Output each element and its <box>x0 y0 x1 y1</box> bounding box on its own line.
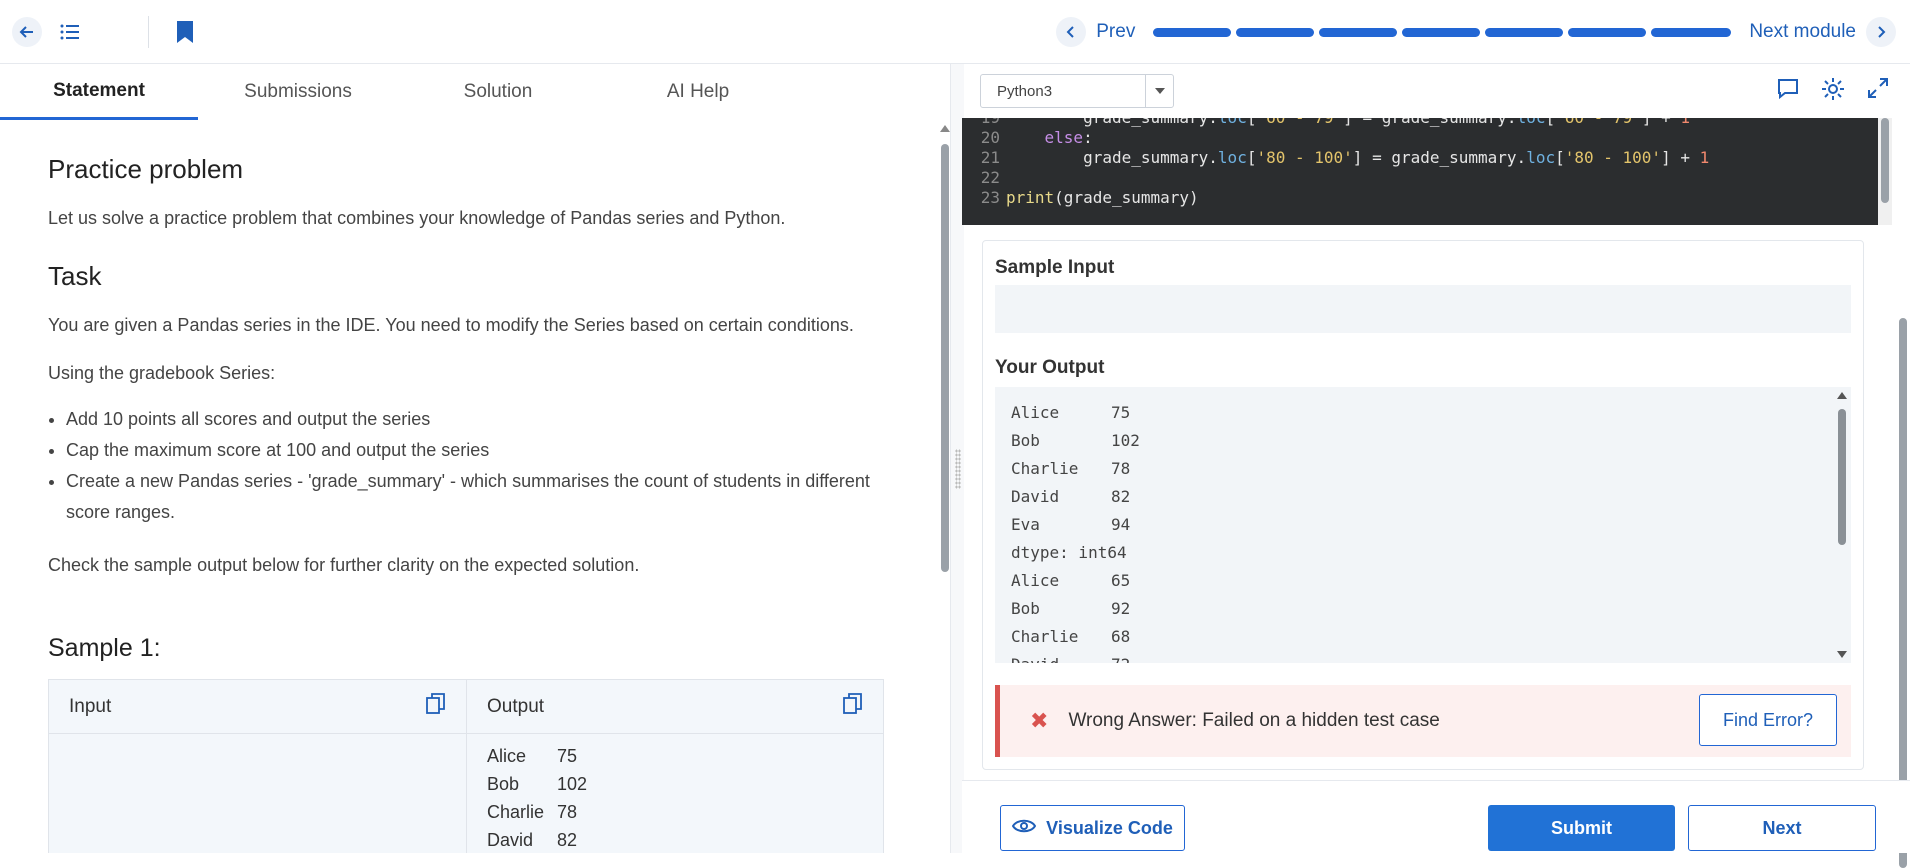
output-body: Alice 75 Bob 102 Charlie 78 David 82 <box>467 734 883 853</box>
list-item: Charlie 68 <box>1011 627 1131 646</box>
progress-segment[interactable] <box>1485 27 1564 37</box>
list-item: Bob 102 <box>487 774 588 794</box>
submit-button[interactable]: Submit <box>1488 805 1675 851</box>
progress-segment[interactable] <box>1236 27 1315 37</box>
list-item: David 82 <box>487 830 578 850</box>
problem-tabs: Statement Submissions Solution AI Help <box>0 64 940 120</box>
intro-text: Let us solve a practice problem that com… <box>48 208 786 228</box>
code-line: 19 grade_summary.loc['60 - 79'] = grade_… <box>962 118 1878 128</box>
code-line: 23 print(grade_summary) <box>980 188 1199 207</box>
list-item: Add 10 points all scores and output the … <box>66 404 882 435</box>
output-scrollbar[interactable] <box>1835 387 1849 663</box>
task-text: You are given a Pandas series in the IDE… <box>48 315 854 335</box>
list-item: Bob 102 <box>1011 431 1140 450</box>
statement-panel: Practice problem Let us solve a practice… <box>0 120 930 853</box>
copy-icon[interactable] <box>426 692 446 721</box>
language-select[interactable]: Python3 <box>980 74 1174 108</box>
output-label: Output <box>487 695 545 717</box>
prev-chevron-icon[interactable] <box>1056 17 1087 47</box>
progress-segment[interactable] <box>1568 27 1647 37</box>
back-arrow-icon[interactable] <box>12 16 42 47</box>
list-icon[interactable] <box>56 18 84 46</box>
editor-scrollbar[interactable] <box>1878 118 1892 225</box>
module-progress <box>1153 27 1732 37</box>
divider <box>148 15 149 48</box>
input-label: Input <box>69 695 112 717</box>
sample-input-label: Sample Input <box>995 257 1115 278</box>
gear-icon[interactable] <box>1820 76 1846 107</box>
tab-ai-help[interactable]: AI Help <box>598 64 798 120</box>
check-text: Check the sample output below for furthe… <box>48 555 640 575</box>
next-chevron-icon[interactable] <box>1866 17 1896 47</box>
list-item: Charlie 78 <box>1011 459 1131 478</box>
visualize-code-button[interactable]: Visualize Code <box>1000 805 1185 851</box>
editor-toolbar: Python3 <box>962 64 1910 118</box>
list-item: David72 <box>1011 651 1835 663</box>
code-line: 21 grade_summary.loc['80 - 100'] = grade… <box>980 148 1710 167</box>
top-bar: Prev Next module <box>0 0 1910 64</box>
action-bar: Visualize Code Submit Next <box>962 780 1910 853</box>
dark-mode-icon[interactable] <box>98 18 126 46</box>
list-item: David 82 <box>1011 487 1131 506</box>
progress-segment[interactable] <box>1402 27 1481 37</box>
bookmark-icon[interactable] <box>171 18 199 46</box>
eye-icon <box>1011 818 1037 839</box>
task-heading: Task <box>48 261 102 291</box>
chevron-down-icon <box>1145 75 1173 107</box>
feedback-icon[interactable] <box>1776 76 1800 107</box>
list-item: Alice 75 <box>487 746 578 766</box>
tab-solution[interactable]: Solution <box>398 64 598 120</box>
list-item: Create a new Pandas series - 'grade_summ… <box>66 466 882 528</box>
list-item: dtype: int64 <box>1011 543 1127 562</box>
find-error-button[interactable]: Find Error? <box>1699 694 1837 746</box>
using-text: Using the gradebook Series: <box>48 363 276 383</box>
sample-input-box <box>995 285 1851 333</box>
task-list: Add 10 points all scores and output the … <box>48 404 882 528</box>
list-item: Alice 65 <box>1011 571 1131 590</box>
error-message: Wrong Answer: Failed on a hidden test ca… <box>1068 710 1440 731</box>
copy-icon[interactable] <box>843 692 863 721</box>
progress-segment[interactable] <box>1651 27 1732 37</box>
result-panel: Sample Input Your Output Alice 75 Bob 102 … <box>982 240 1864 770</box>
progress-segment[interactable] <box>1153 27 1232 37</box>
next-button[interactable]: Next <box>1688 805 1876 851</box>
right-scrollbar[interactable] <box>1896 118 1910 868</box>
fullscreen-icon[interactable] <box>1866 76 1890 107</box>
close-icon: ✖ <box>1030 708 1049 733</box>
tab-statement[interactable]: Statement <box>0 64 198 120</box>
prev-link[interactable]: Prev <box>1096 21 1135 43</box>
input-column: Input <box>49 680 466 853</box>
output-console: Alice 75 Bob 102 Charlie 78 David 82 Eva 94 d… <box>995 387 1851 663</box>
code-line: 20 else: <box>980 128 1093 147</box>
list-item: Cap the maximum score at 100 and output … <box>66 435 882 466</box>
list-item: Bob 92 <box>1011 599 1131 618</box>
your-output-label: Your Output <box>995 357 1105 378</box>
next-module-link[interactable]: Next module <box>1749 21 1856 43</box>
sample-io-table: Input Output Alice 75 Bob 102 Charlie 78 Da… <box>48 679 884 853</box>
code-editor[interactable]: 19 grade_summary.loc['60 - 79'] = grade_… <box>962 118 1878 225</box>
input-body <box>49 734 466 750</box>
error-alert: ✖ Wrong Answer: Failed on a hidden test … <box>995 685 1851 757</box>
tab-submissions[interactable]: Submissions <box>198 64 398 120</box>
code-line: 22 <box>980 168 1000 187</box>
list-item: Eva 94 <box>1011 515 1131 534</box>
sample-title: Sample 1: <box>48 634 161 662</box>
list-item: Alice 75 <box>1011 403 1131 422</box>
output-column: Output Alice 75 Bob 102 Charlie 78 David 82 <box>466 680 883 853</box>
problem-heading: Practice problem <box>48 154 244 184</box>
list-item: Charlie 78 <box>487 802 578 822</box>
progress-segment[interactable] <box>1319 27 1398 37</box>
